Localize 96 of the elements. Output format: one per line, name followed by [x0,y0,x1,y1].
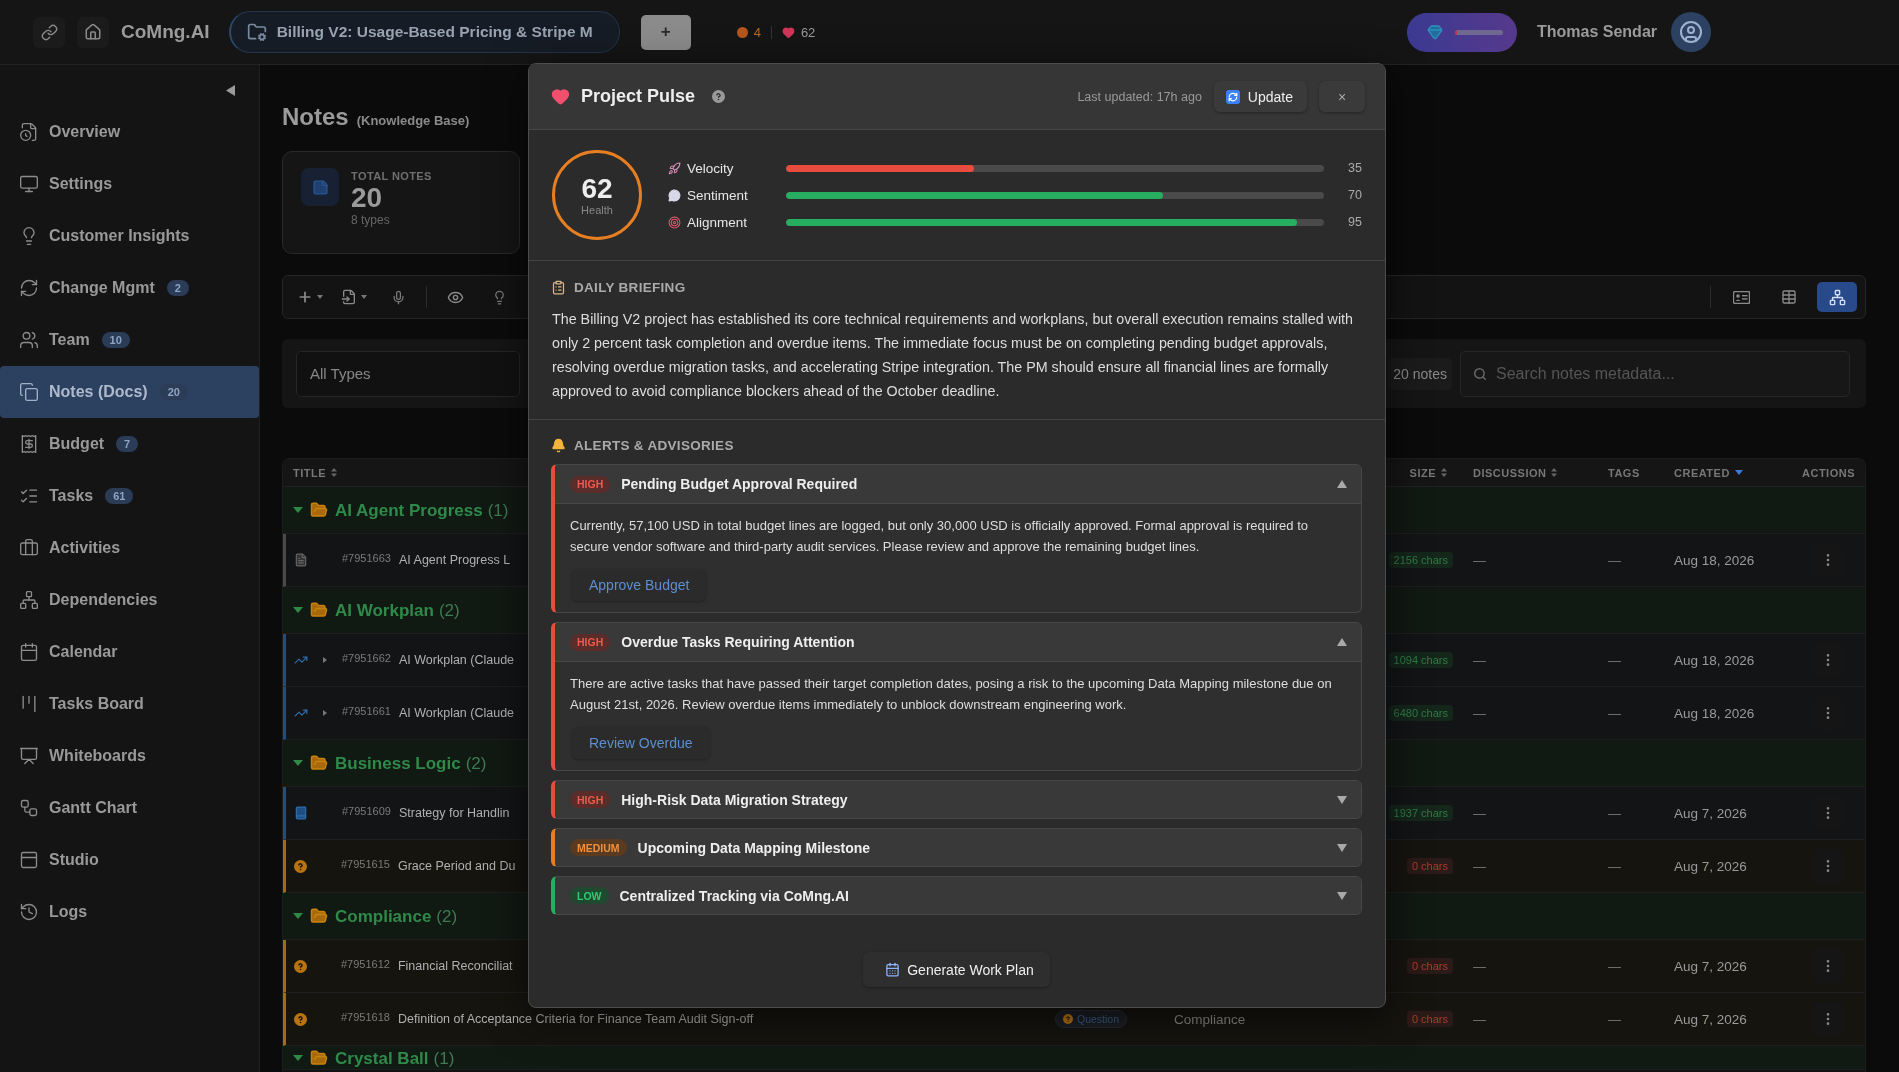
group-count: (2) [465,753,487,773]
note-title: Grace Period and Du [397,859,516,873]
created-date: Aug 18, 2026 [1674,552,1755,568]
tags-text: — [1608,805,1621,821]
group-count: (2) [438,600,460,620]
count-badge: 2 [166,280,189,296]
alert-title: Pending Budget Approval Required [621,476,858,492]
severity-badge: HIGH [570,791,611,808]
group-count: (1) [433,1049,455,1068]
last-updated: Last updated: 17h ago [1077,89,1202,104]
page-subtitle: (Knowledge Base) [356,113,470,128]
group-name: AI Agent Progress [335,500,483,520]
stat-caption: 8 types [351,213,391,228]
note-title: Financial Reconciliat [397,959,513,973]
alert-title: Upcoming Data Mapping Milestone [637,839,871,856]
tags-text: — [1608,858,1621,874]
section-heading: DAILY BRIEFING [574,279,686,295]
created-date: Aug 7, 2026 [1674,858,1747,874]
size-badge: 2156 chars [1388,552,1453,568]
metric-label: Velocity [687,160,735,176]
size-badge: 1937 chars [1388,805,1453,821]
group-name: AI Workplan [335,600,434,620]
metric-value: 95 [1347,215,1362,229]
group-count: (1) [487,500,509,520]
health-score: 62 [581,173,613,204]
size-badge: 0 chars [1406,958,1453,974]
column-header: TAGS [1608,466,1640,479]
tags-text: — [1608,705,1621,721]
user-name: Thomas Sendar [1536,23,1657,41]
created-date: Aug 18, 2026 [1674,652,1755,668]
column-header: ACTIONS [1802,466,1855,479]
note-id: #7951663 [342,552,391,564]
metric-label: Alignment [687,214,749,230]
severity-badge: HIGH [570,475,611,493]
created-date: Aug 7, 2026 [1674,1011,1747,1027]
note-title: AI Workplan (Claude [398,653,515,667]
note-id: #7951612 [341,958,390,970]
briefing-text: The Billing V2 project has established its core technical requirements and workplans, but overall execution remains stalled with only 2 percent task completion and overdue items. The immediate focus must be on completing pending budget approvals, resolving overdue migration tasks, and accelerating Stripe integration. The PM should ensure all financial lines are formally approved to avoid compliance blockers ahead of the October deadline. [552,310,1355,401]
health-score: 62 [800,24,816,40]
alert-title: Overdue Tasks Requiring Attention [621,634,855,650]
created-date: Aug 7, 2026 [1674,958,1747,974]
note-title: Strategy for Handlin [398,806,510,820]
severity-badge: HIGH [570,633,611,651]
note-id: #7951662 [342,652,391,664]
note-title: AI Workplan (Claude [398,706,515,720]
discussion-text: — [1473,705,1486,721]
size-badge: 6480 chars [1388,705,1453,721]
discussion-text: — [1473,958,1486,974]
stat-label: TOTAL NOTES [351,169,432,183]
size-badge: 0 chars [1406,858,1453,874]
tags-text: — [1608,958,1621,974]
note-title: Definition of Acceptance Criteria for Finance Team Audit Sign-off [397,1012,754,1026]
page-title: Notes [282,102,349,132]
discussion-text: — [1473,805,1486,821]
size-badge: 1094 chars [1388,652,1453,668]
group-name: Crystal Ball [335,1049,429,1068]
stat-value: 20 [351,183,384,213]
risk-count: 4 [753,24,761,40]
health-label: Health [581,203,613,217]
category-text: Compliance [1174,1011,1246,1027]
metric-value: 35 [1347,161,1362,175]
tags-text: — [1608,652,1621,668]
section-heading: ALERTS & ADVISORIES [574,437,734,453]
metric-value: 70 [1347,188,1362,202]
size-badge: 0 chars [1406,1011,1453,1027]
discussion-text: — [1473,552,1486,568]
note-id: #7951661 [342,705,391,717]
note-id: #7951615 [341,858,390,870]
brand-name: CoMng.AI [121,21,210,43]
severity-badge: LOW [570,887,609,904]
metric-label: Sentiment [687,187,749,203]
note-title: AI Agent Progress L [398,553,511,567]
dialog-title: Project Pulse [581,86,696,107]
note-id: #7951609 [342,805,391,817]
group-count: (2) [436,906,458,926]
note-count: 20 notes [1388,357,1452,390]
alert-text: Currently, 57,100 USD in total budget lines are logged, but only 30,000 USD is officially approved. Formal approval is required to secure vendor software and third-party audit services. Please review and approve the remaining budget lines. [570,517,1310,556]
count-badge: 20 [159,384,188,400]
discussion-text: — [1473,652,1486,668]
tags-text: — [1608,1011,1621,1027]
created-date: Aug 7, 2026 [1674,805,1747,821]
alert-text: There are active tasks that have passed their target completion dates, posing a risk to the upcoming Data Mapping milestone due on August 21st, 2026. Review overdue items immediately to unblock downstream engineering work. [570,675,1333,714]
severity-badge: MEDIUM [570,839,627,856]
count-badge: 61 [105,488,134,504]
group-name: Compliance [335,906,432,926]
group-name: Business Logic [335,753,461,773]
count-badge: 7 [116,436,139,452]
created-date: Aug 18, 2026 [1674,705,1755,721]
tag-label: Question [1077,1013,1120,1025]
count-badge: 10 [101,332,130,348]
note-id: #7951618 [341,1011,390,1023]
tags-text: — [1608,552,1621,568]
alert-title: Centralized Tracking via CoMng.AI [619,887,849,904]
discussion-text: — [1473,1011,1486,1027]
alert-title: High-Risk Data Migration Strategy [621,791,848,808]
discussion-text: — [1473,858,1486,874]
